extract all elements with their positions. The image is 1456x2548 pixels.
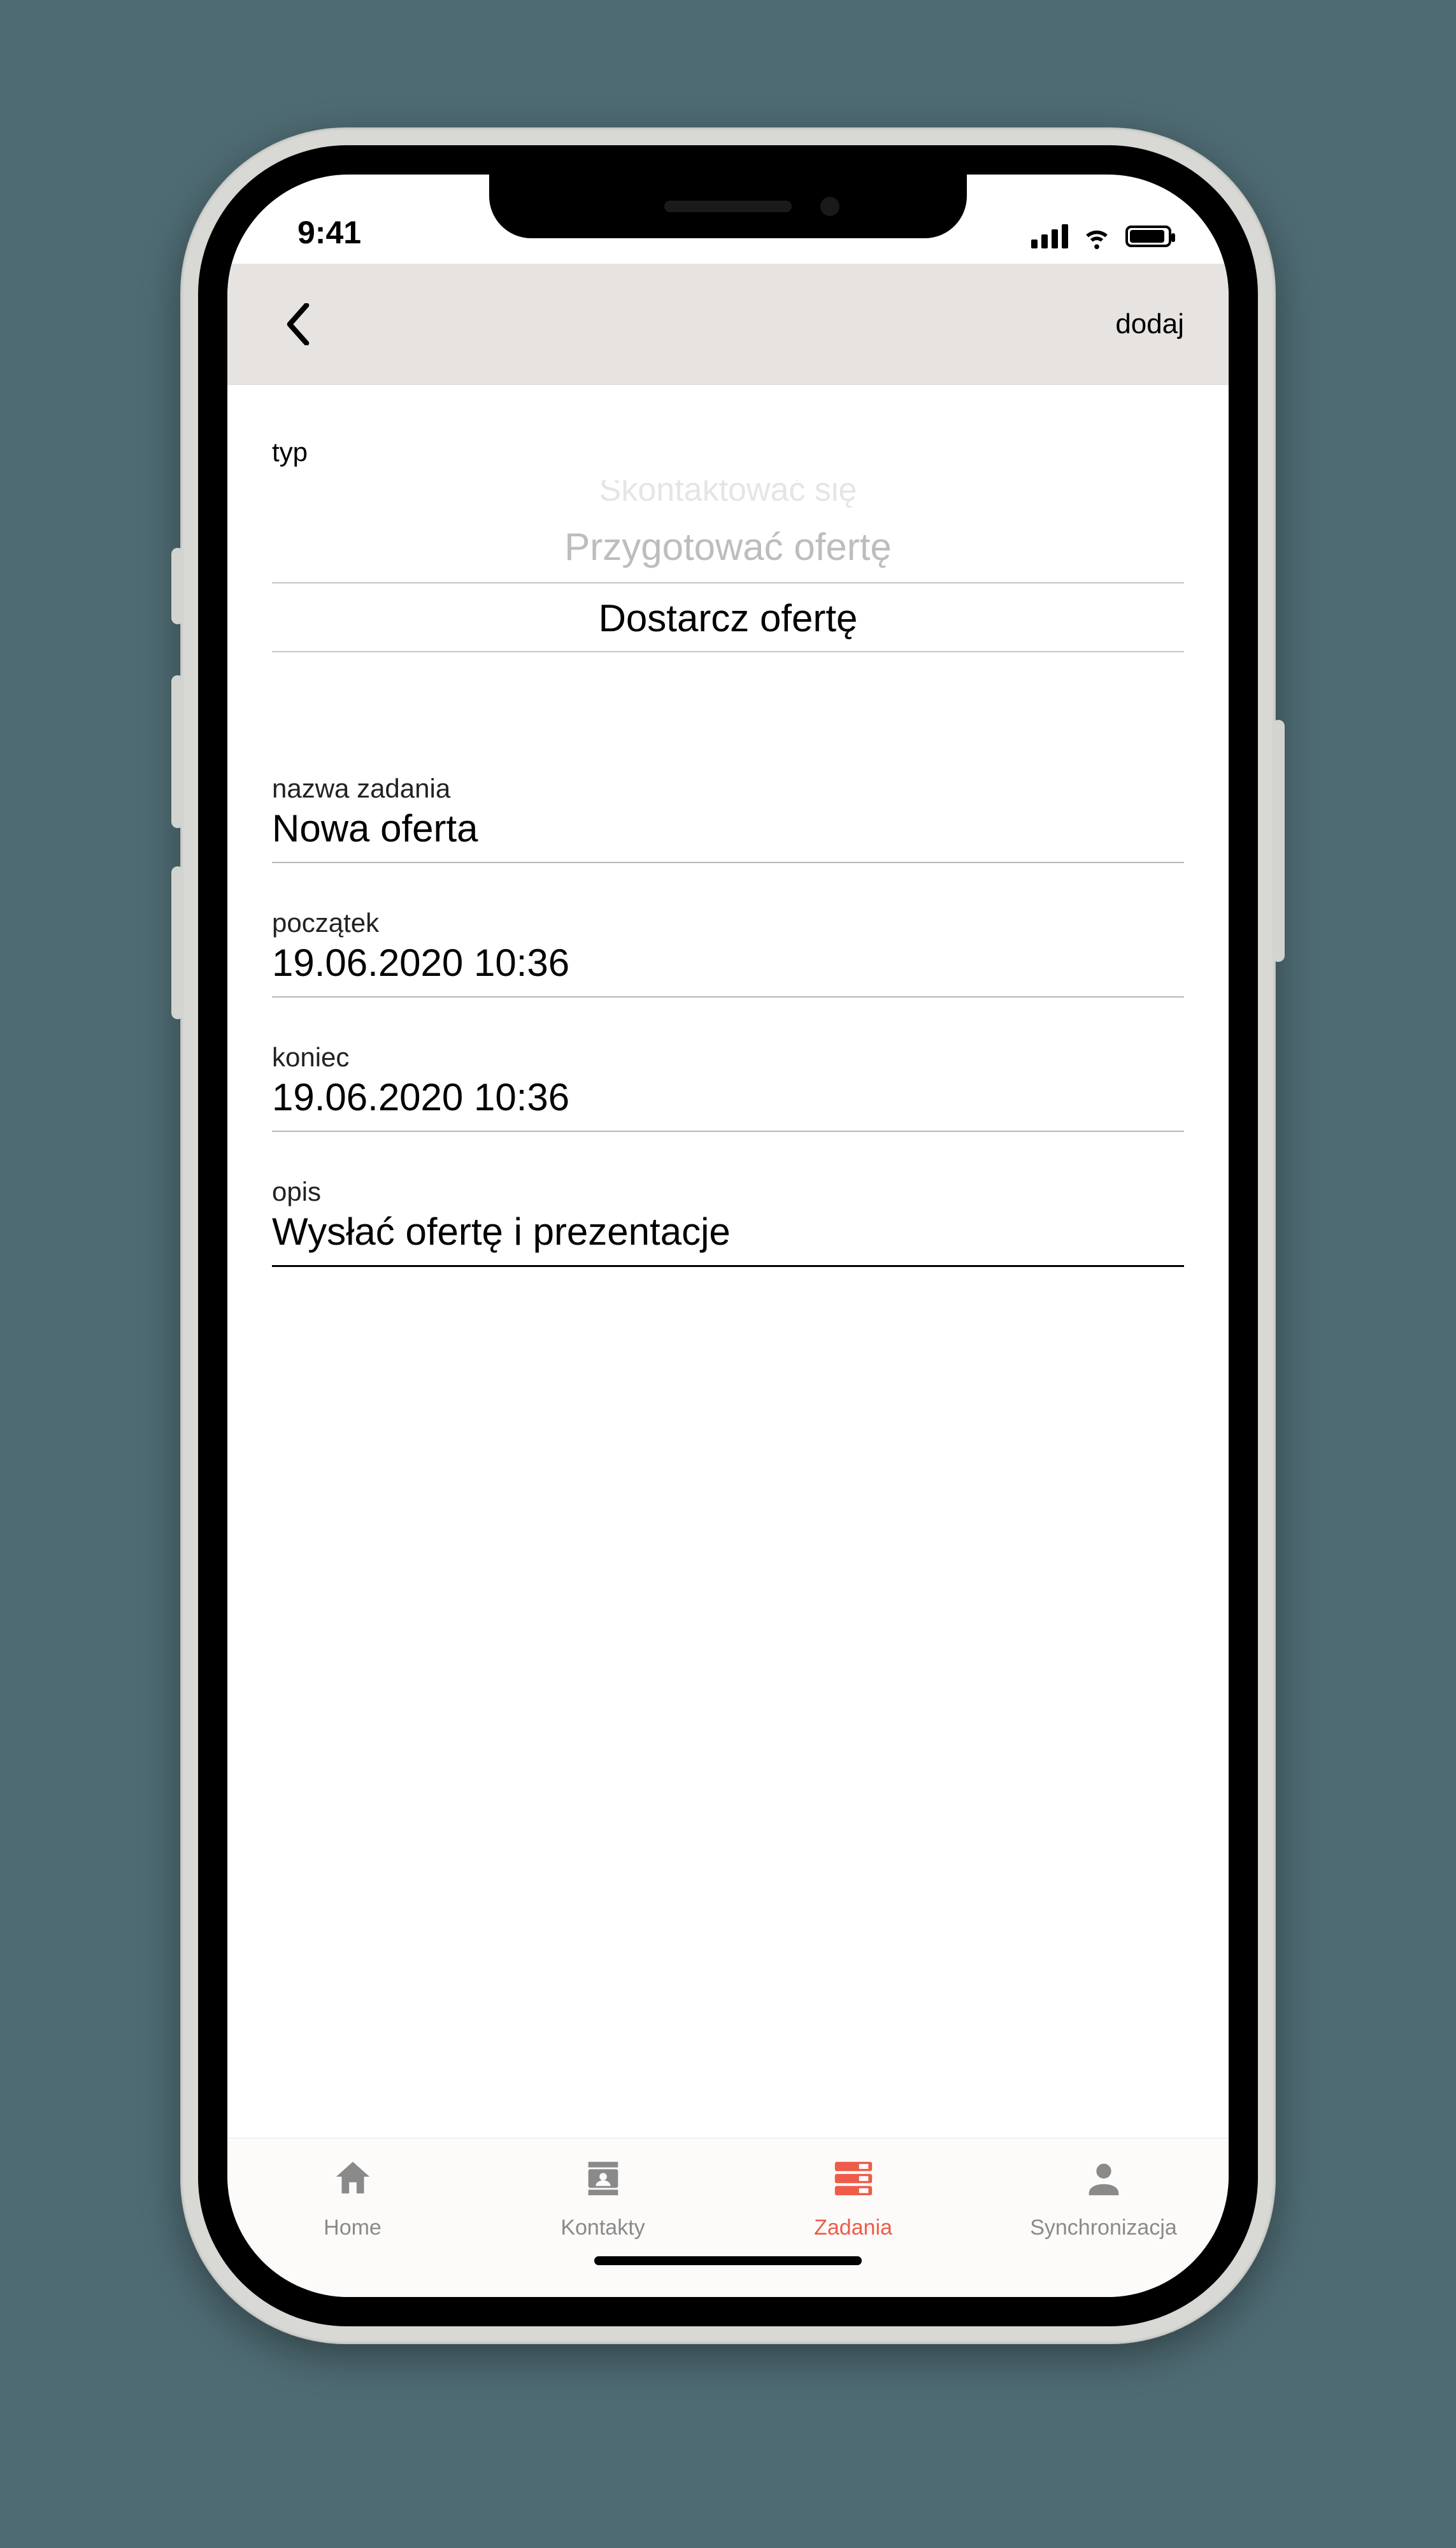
battery-icon xyxy=(1125,225,1171,247)
phone-bezel: 9:41 dodaj typ S xyxy=(198,145,1258,2326)
picker-option-faded: Skontaktować się xyxy=(272,480,1184,512)
phone-frame: 9:41 dodaj typ S xyxy=(180,127,1276,2344)
start-date-label: początek xyxy=(272,908,1184,938)
front-camera xyxy=(820,197,839,216)
wifi-icon xyxy=(1082,222,1111,251)
mute-switch xyxy=(171,548,184,624)
tab-tasks[interactable]: Zadania xyxy=(728,2156,978,2240)
home-icon xyxy=(331,2156,375,2207)
tab-contacts[interactable]: Kontakty xyxy=(478,2156,728,2240)
type-label: typ xyxy=(272,437,1184,468)
tab-sync[interactable]: Synchronizacja xyxy=(978,2156,1229,2240)
nav-header: dodaj xyxy=(227,264,1229,385)
task-name-field[interactable]: nazwa zadania Nowa oferta xyxy=(272,773,1184,863)
status-time: 9:41 xyxy=(297,214,361,251)
tab-home[interactable]: Home xyxy=(227,2156,478,2240)
contacts-icon xyxy=(581,2156,625,2207)
start-date-field[interactable]: początek 19.06.2020 10:36 xyxy=(272,908,1184,998)
end-date-value: 19.06.2020 10:36 xyxy=(272,1075,1184,1132)
power-button xyxy=(1272,720,1285,962)
cellular-signal-icon xyxy=(1031,224,1068,248)
form-content: typ Skontaktować się Przygotować ofertę … xyxy=(227,385,1229,2138)
status-indicators xyxy=(1031,222,1171,251)
task-name-value: Nowa oferta xyxy=(272,806,1184,863)
home-indicator[interactable] xyxy=(594,2256,862,2265)
tab-contacts-label: Kontakty xyxy=(560,2215,645,2240)
notch xyxy=(489,175,967,238)
end-date-field[interactable]: koniec 19.06.2020 10:36 xyxy=(272,1042,1184,1132)
tab-bar: Home Kontakty Zadania xyxy=(227,2138,1229,2297)
screen: 9:41 dodaj typ S xyxy=(227,175,1229,2297)
tab-sync-label: Synchronizacja xyxy=(1030,2215,1177,2240)
sync-icon xyxy=(1081,2156,1126,2207)
description-value: Wysłać ofertę i prezentacje xyxy=(272,1210,1184,1267)
tab-home-label: Home xyxy=(324,2215,382,2240)
tab-tasks-label: Zadania xyxy=(814,2215,892,2240)
end-date-label: koniec xyxy=(272,1042,1184,1073)
type-picker[interactable]: Skontaktować się Przygotować ofertę Dost… xyxy=(272,480,1184,691)
back-button[interactable] xyxy=(285,303,311,345)
task-name-label: nazwa zadania xyxy=(272,773,1184,804)
speaker-grille xyxy=(664,201,792,212)
picker-option-above: Przygotować ofertę xyxy=(272,512,1184,582)
add-button[interactable]: dodaj xyxy=(1115,308,1184,340)
description-field[interactable]: opis Wysłać ofertę i prezentacje xyxy=(272,1177,1184,1267)
volume-up-button xyxy=(171,675,184,828)
picker-option-selected: Dostarcz ofertę xyxy=(272,582,1184,652)
start-date-value: 19.06.2020 10:36 xyxy=(272,941,1184,998)
chevron-left-icon xyxy=(285,303,311,345)
picker-option-below xyxy=(272,652,1184,722)
tasks-icon xyxy=(831,2156,876,2207)
description-label: opis xyxy=(272,1177,1184,1207)
volume-down-button xyxy=(171,866,184,1019)
